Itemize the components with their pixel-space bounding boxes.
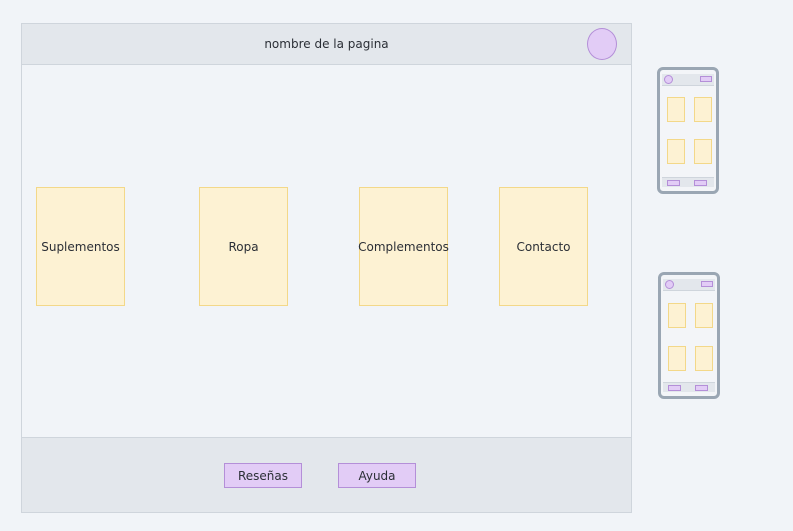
desktop-wireframe: nombre de la pagina Suplementos Ropa Com… [21, 23, 632, 513]
mobile-category-card [668, 346, 686, 371]
category-card-label: Ropa [228, 239, 259, 254]
category-card-contacto[interactable]: Contacto [499, 187, 588, 306]
header-bar: nombre de la pagina [22, 24, 631, 65]
mobile-category-card [695, 303, 713, 328]
footer-bar: Reseñas Ayuda [22, 437, 631, 512]
resenas-button[interactable]: Reseñas [224, 463, 302, 488]
category-card-suplementos[interactable]: Suplementos [36, 187, 125, 306]
ayuda-button[interactable]: Ayuda [338, 463, 416, 488]
mobile-category-card [694, 139, 712, 164]
mobile-footer-button [667, 180, 680, 186]
mobile-category-card [667, 97, 685, 122]
category-card-label: Suplementos [41, 239, 120, 254]
mobile-footer-button [695, 385, 708, 391]
mobile-menu-button [700, 76, 712, 82]
mobile-avatar [665, 280, 674, 289]
category-card-label: Contacto [516, 239, 571, 254]
user-avatar[interactable] [587, 28, 617, 60]
mobile-category-card [694, 97, 712, 122]
mobile-footer-button [668, 385, 681, 391]
mobile-header-bar [662, 74, 714, 86]
mobile-category-card [667, 139, 685, 164]
mobile-footer-button [694, 180, 707, 186]
phone-notch [675, 67, 701, 70]
category-card-ropa[interactable]: Ropa [199, 187, 288, 306]
page-title: nombre de la pagina [264, 37, 389, 51]
mobile-avatar [664, 75, 673, 84]
mobile-menu-button [701, 281, 713, 287]
mobile-footer-bar [663, 382, 715, 392]
mobile-header-bar [663, 279, 715, 291]
mobile-preview-thumbnail [657, 67, 719, 194]
category-card-label: Complementos [358, 239, 449, 254]
mobile-preview-thumbnail [658, 272, 720, 399]
category-card-complementos[interactable]: Complementos [358, 187, 449, 306]
mobile-footer-bar [662, 177, 714, 187]
phone-notch [676, 272, 702, 275]
mobile-category-card [668, 303, 686, 328]
mobile-category-card [695, 346, 713, 371]
